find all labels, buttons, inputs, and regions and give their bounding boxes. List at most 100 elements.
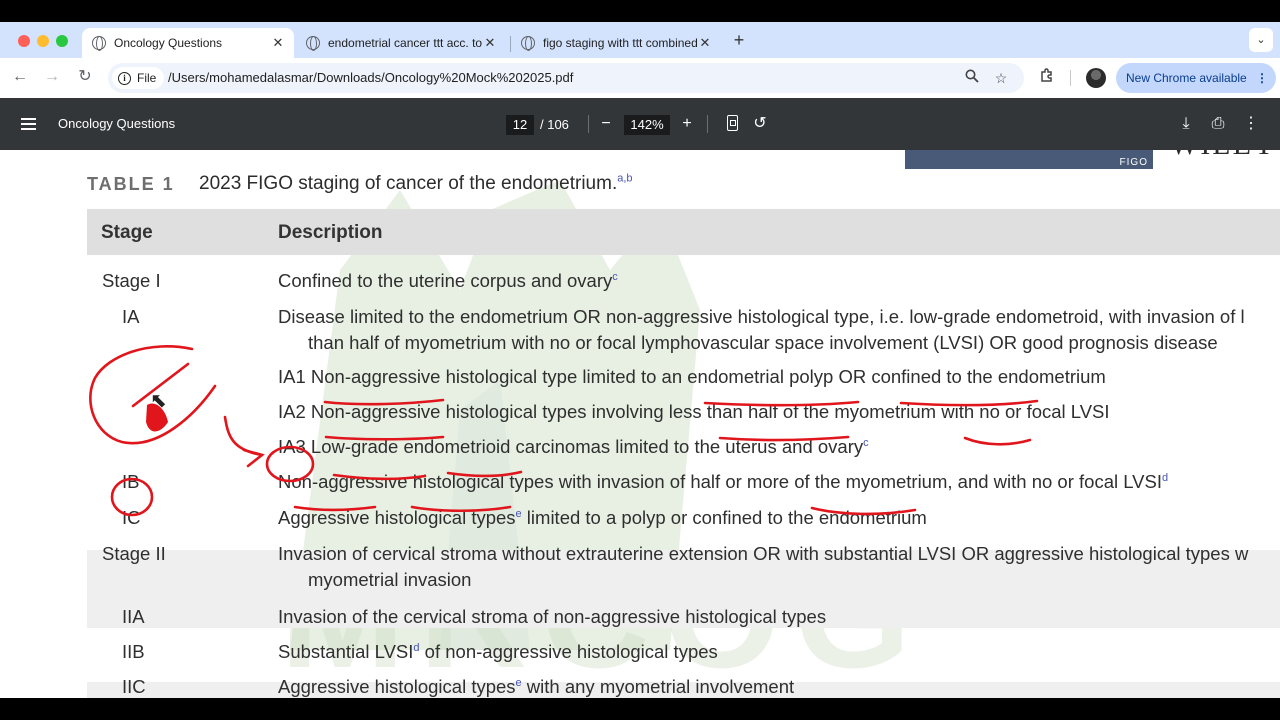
info-icon: i (118, 71, 131, 85)
zoom-in-button[interactable]: + (676, 113, 698, 135)
update-label: New Chrome available (1126, 71, 1247, 85)
pdf-page: MRCOG FIGO WILEY TABLE 1 2023 FIGO stagi… (0, 150, 1280, 698)
globe-icon (521, 36, 535, 51)
back-button[interactable]: ← (9, 66, 31, 88)
tab-search-button[interactable]: ⌄ (1249, 28, 1273, 52)
profile-avatar[interactable] (1086, 68, 1106, 88)
page-total: / 106 (540, 117, 569, 132)
header-description: Description (278, 222, 383, 243)
header-stage: Stage (101, 222, 153, 243)
footnote-superscript: c (612, 270, 618, 283)
minimize-window-button[interactable] (37, 35, 49, 47)
stage-cell: IC (122, 507, 141, 528)
footnote-superscript: d (1161, 471, 1169, 484)
journal-banner: FIGO (905, 150, 1153, 169)
stage-cell: IIC (122, 676, 146, 697)
toolbar-separator (707, 115, 708, 133)
update-chrome-button[interactable]: New Chrome available ⋮ (1116, 63, 1276, 93)
address-bar[interactable]: i File /Users/mohamedalasmar/Downloads/O… (108, 63, 1024, 93)
toolbar-separator (1070, 70, 1071, 86)
caption-superscript: a,b (617, 172, 633, 185)
toolbar-separator (588, 115, 589, 133)
description-continuation: myometrial invasion (308, 569, 472, 590)
table-caption: 2023 FIGO staging of cancer of the endom… (199, 173, 633, 195)
description-text: Disease limited to the endometrium OR no… (278, 306, 1245, 327)
print-icon[interactable]: ⎙ (1207, 113, 1229, 135)
browser-window: Oncology Questions ✕ endometrial cancer … (0, 22, 1280, 698)
menu-hamburger-icon[interactable] (21, 118, 36, 130)
stage-cell: IB (122, 471, 140, 492)
screen: Oncology Questions ✕ endometrial cancer … (0, 0, 1280, 720)
close-tab-icon[interactable]: ✕ (697, 35, 713, 51)
description-cell: IA3 Low-grade endometrioid carcinomas li… (278, 434, 869, 460)
tab-strip: Oncology Questions ✕ endometrial cancer … (0, 22, 1280, 58)
more-menu-icon[interactable]: ⋮ (1256, 63, 1268, 93)
bookmark-star-icon[interactable]: ☆ (991, 68, 1011, 88)
zoom-out-button[interactable]: − (595, 113, 617, 135)
table-label: TABLE 1 (87, 174, 175, 194)
table-header-row: Stage Description (87, 209, 1280, 255)
description-cell: Substantial LVSId of non-aggressive hist… (278, 639, 718, 665)
reload-button[interactable]: ↻ (74, 66, 96, 88)
description-cell: IA1 Non-aggressive histological type lim… (278, 364, 1106, 390)
globe-icon (92, 36, 106, 51)
globe-icon (306, 36, 320, 51)
description-text-cont: of non-aggressive histological types (419, 641, 718, 662)
description-text-cont: limited to a polyp or confined to the en… (521, 507, 927, 528)
more-options-icon[interactable]: ⋮ (1240, 113, 1262, 135)
forward-button[interactable]: → (41, 66, 63, 88)
rotate-icon[interactable]: ↺ (749, 113, 771, 135)
description-text: IA1 Non-aggressive histological type lim… (278, 366, 1106, 387)
description-text: IA3 Low-grade endometrioid carcinomas li… (278, 436, 864, 457)
description-text: Invasion of cervical stroma without extr… (278, 543, 1249, 564)
fit-to-page-icon[interactable] (727, 115, 738, 131)
tab-title: Oncology Questions (114, 36, 223, 50)
zoom-magnifier-icon[interactable] (962, 68, 982, 88)
tab-figo-staging[interactable]: figo staging with ttt combined ✕ (511, 28, 721, 58)
description-cell: IA2 Non-aggressive histological types in… (278, 399, 1110, 425)
close-tab-icon[interactable]: ✕ (482, 35, 498, 51)
description-cell: Aggressive histological typese with any … (278, 674, 794, 698)
stage-cell: IA (122, 306, 140, 327)
browser-toolbar: ← → ↻ i File /Users/mohamedalasmar/Downl… (0, 58, 1280, 98)
description-cell: Invasion of cervical stroma without extr… (278, 541, 1248, 567)
download-icon[interactable]: ⤓ (1175, 113, 1197, 135)
close-tab-icon[interactable]: ✕ (270, 35, 286, 51)
description-text: IA2 Non-aggressive histological types in… (278, 401, 1110, 422)
banner-label: FIGO (1119, 157, 1148, 168)
url-text[interactable]: /Users/mohamedalasmar/Downloads/Oncology… (168, 70, 573, 85)
page-number-input[interactable]: 12 (506, 115, 534, 135)
mouse-cursor-icon: ⬉ (150, 390, 167, 412)
description-continuation: than half of myometrium with no or focal… (308, 332, 1218, 353)
description-text-cont: with any myometrial involvement (521, 676, 795, 697)
tab-title: figo staging with ttt combined (543, 36, 697, 50)
extensions-puzzle-icon[interactable] (1036, 67, 1058, 89)
file-chip-label: File (137, 71, 157, 85)
description-cell: Disease limited to the endometrium OR no… (278, 304, 1245, 330)
description-text: Invasion of the cervical stroma of non-a… (278, 606, 827, 627)
description-cell: Invasion of the cervical stroma of non-a… (278, 604, 826, 630)
zoom-input[interactable]: 142% (624, 115, 670, 135)
description-text: Substantial LVSI (278, 641, 414, 662)
tab-title: endometrial cancer ttt acc. to (328, 36, 482, 50)
description-cell: Confined to the uterine corpus and ovary… (278, 268, 618, 294)
footnote-superscript: c (863, 436, 869, 449)
pdf-toolbar: Oncology Questions 12 / 106 − 142% + ↺ ⤓… (0, 98, 1280, 150)
tab-endometrial-cancer[interactable]: endometrial cancer ttt acc. to ✕ (296, 28, 506, 58)
description-cell: Aggressive histological typese limited t… (278, 505, 927, 531)
stage-cell: IIB (122, 641, 145, 662)
publisher-logo: WILEY (1170, 150, 1277, 162)
stage-cell: Stage I (102, 270, 161, 291)
maximize-window-button[interactable] (56, 35, 68, 47)
pdf-title: Oncology Questions (58, 116, 176, 131)
caption-text: 2023 FIGO staging of cancer of the endom… (199, 173, 618, 194)
tab-oncology-questions[interactable]: Oncology Questions ✕ (82, 28, 294, 58)
site-info-chip[interactable]: i File (112, 67, 165, 89)
stage-cell: Stage II (102, 543, 166, 564)
stage-cell: IIA (122, 606, 145, 627)
close-window-button[interactable] (18, 35, 30, 47)
description-text: Confined to the uterine corpus and ovary (278, 270, 613, 291)
description-text: Aggressive histological types (278, 676, 516, 697)
description-text: Aggressive histological types (278, 507, 516, 528)
new-tab-button[interactable]: + (730, 30, 748, 50)
